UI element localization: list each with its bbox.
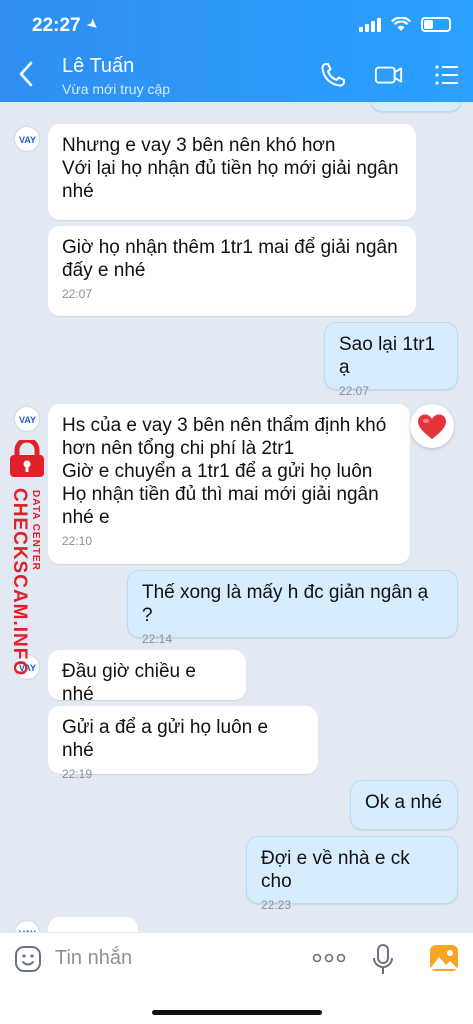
- more-options-icon[interactable]: [312, 951, 346, 965]
- back-icon[interactable]: [14, 58, 38, 90]
- message-time: 22:07: [62, 287, 93, 301]
- message-text: Sao lại 1tr1 ạ: [339, 334, 436, 378]
- message-bubble-partial: [370, 102, 462, 112]
- message-text: Thế xong là mấy h đc giản ngân ạ ?: [142, 582, 429, 626]
- contact-name[interactable]: Lê Tuấn: [62, 55, 134, 78]
- message-bubble[interactable]: Ok a nhé: [350, 780, 458, 830]
- message-text: Hs của e vay 3 bên nên thẩm định khó hơn…: [62, 415, 387, 528]
- message-bubble[interactable]: Gửi a để a gửi họ luôn e nhé 22:19: [48, 706, 318, 781]
- wifi-icon: [391, 17, 411, 31]
- message-bubble[interactable]: Hs của e vay 3 bên nên thẩm định khó hơn…: [48, 404, 410, 564]
- message-text: Nhưng e vay 3 bên nên khó hơn Với lại họ…: [62, 135, 399, 202]
- message-list[interactable]: VAY Nhưng e vay 3 bên nên khó hơn Với lạ…: [0, 102, 473, 932]
- status-time: 22:27: [32, 15, 81, 36]
- message-time: 22:19: [62, 767, 93, 781]
- message-text: Đợi e về nhà e ck cho: [261, 848, 410, 892]
- message-time: 22:10: [62, 534, 93, 548]
- lock-icon: [10, 440, 44, 477]
- microphone-icon[interactable]: [372, 943, 394, 977]
- image-picker-icon[interactable]: [430, 945, 458, 971]
- message-text: Giờ họ nhận thêm 1tr1 mai để giải ngân đ…: [62, 237, 398, 281]
- message-bubble[interactable]: Nhưng e vay 3 bên nên khó hơn Với lại họ…: [48, 124, 416, 220]
- message-bubble[interactable]: Sao lại 1tr1 ạ 22:07: [324, 322, 458, 398]
- emoji-icon[interactable]: [14, 945, 42, 973]
- message-bubble-partial: [48, 917, 138, 932]
- avatar[interactable]: VAY: [14, 406, 40, 432]
- message-text: Gửi a để a gửi họ luôn e nhé: [62, 717, 269, 761]
- watermark-text: CHECKSCAM.INFO: [9, 488, 30, 677]
- message-input[interactable]: Tin nhắn: [55, 947, 132, 970]
- message-time: 22:07: [339, 384, 370, 398]
- presence-status: Vừa mới truy cập: [62, 81, 171, 97]
- status-icons: [359, 17, 451, 32]
- video-call-icon[interactable]: [374, 60, 404, 90]
- menu-list-icon[interactable]: [432, 60, 462, 90]
- location-arrow-icon: ➤: [83, 14, 103, 35]
- message-bubble[interactable]: Đợi e về nhà e ck cho 22:23: [246, 836, 458, 912]
- message-text: Ok a nhé: [365, 792, 443, 813]
- phone-icon[interactable]: [318, 60, 348, 90]
- avatar[interactable]: VAY: [14, 920, 40, 932]
- message-time: 22:14: [142, 632, 173, 646]
- watermark-subtext: DATA CENTER: [30, 490, 41, 571]
- signal-icon: [359, 17, 381, 32]
- battery-icon: [421, 17, 451, 32]
- heart-reaction-icon[interactable]: [410, 404, 454, 448]
- chat-header: 22:27 ➤ Lê Tuấn Vừa mới truy cập: [0, 0, 473, 102]
- avatar[interactable]: VAY: [14, 126, 40, 152]
- watermark: CHECKSCAM.INFO DATA CENTER: [4, 440, 50, 676]
- message-time: 22:23: [261, 898, 292, 912]
- message-bubble[interactable]: Giờ họ nhận thêm 1tr1 mai để giải ngân đ…: [48, 226, 416, 316]
- message-text: Đầu giờ chiều e nhé: [62, 661, 196, 705]
- message-bubble[interactable]: Đầu giờ chiều e nhé: [48, 650, 246, 705]
- home-indicator: [152, 1010, 322, 1015]
- message-bubble[interactable]: Thế xong là mấy h đc giản ngân ạ ? 22:14: [127, 570, 458, 646]
